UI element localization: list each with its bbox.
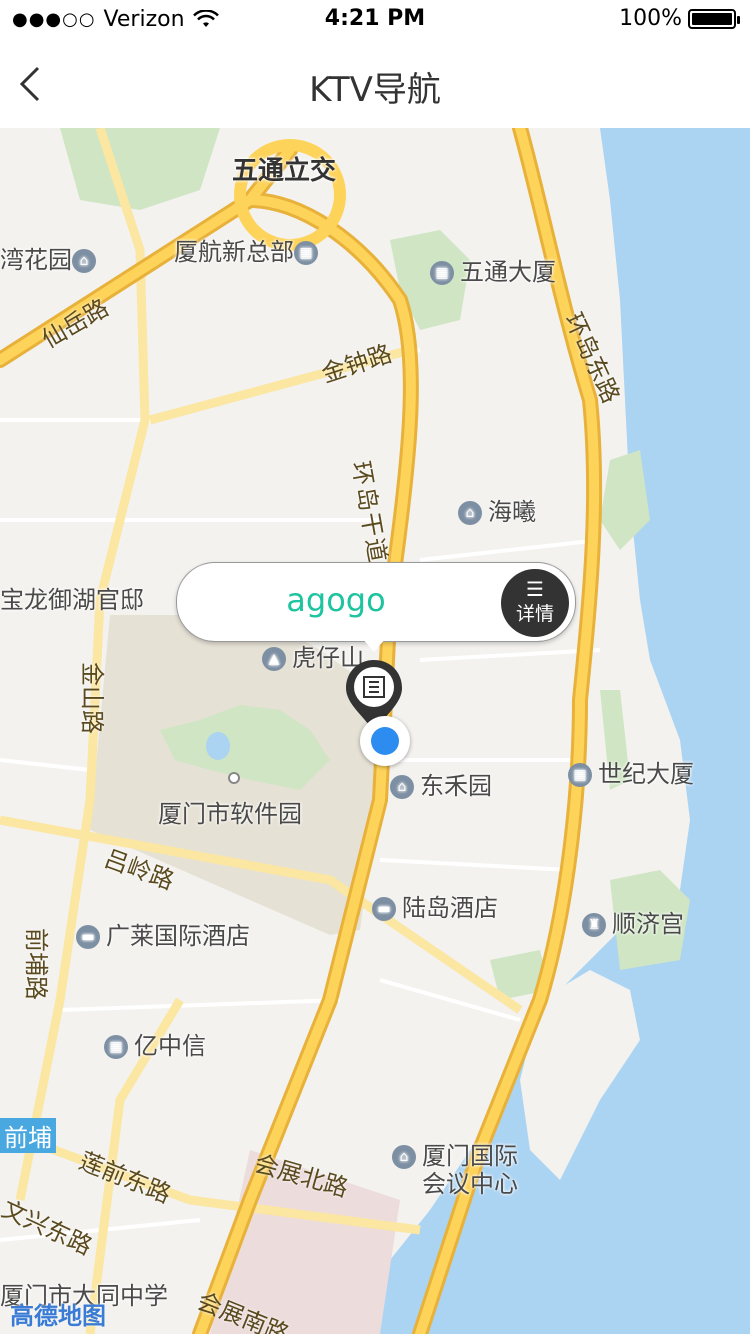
- location-dot-icon: [371, 727, 399, 755]
- map-label-software-park[interactable]: 厦门市软件园: [158, 794, 302, 829]
- road-label-qianpu: 前埔路: [22, 928, 50, 1000]
- hotel-icon: ▬: [372, 897, 396, 921]
- list-icon: ☰: [526, 577, 544, 601]
- poi-text: 陆岛酒店: [402, 894, 498, 922]
- house-icon: ⌂: [390, 775, 414, 799]
- house-icon: ⌂: [72, 249, 96, 273]
- map-label-guanglai-hotel[interactable]: ▬ 广莱国际酒店: [76, 916, 250, 951]
- map-label-garden[interactable]: 湾花园 ⌂: [0, 240, 102, 275]
- poi-text: 顺济宫: [612, 910, 684, 938]
- battery-percent: 100%: [619, 6, 682, 31]
- poi-text: 东禾园: [420, 772, 492, 800]
- landmark-icon: ⌂: [392, 1145, 416, 1169]
- poi-text: 广莱国际酒店: [106, 922, 250, 950]
- building-icon: ▦: [430, 261, 454, 285]
- poi-text: 世纪大厦: [598, 760, 694, 788]
- temple-icon: ♜: [582, 913, 606, 937]
- navigation-bar: KTV导航: [0, 40, 750, 129]
- detail-button[interactable]: ☰ 详情: [501, 569, 569, 637]
- mountain-icon: ▲: [262, 647, 286, 671]
- map-label-wutong-interchange[interactable]: 五通立交: [232, 150, 336, 187]
- poi-text: 亿中信: [134, 1032, 206, 1060]
- detail-button-label: 详情: [515, 603, 554, 625]
- building-icon: ▦: [104, 1035, 128, 1059]
- house-icon: ⌂: [458, 501, 482, 525]
- building-icon: ▦: [294, 241, 318, 265]
- poi-callout[interactable]: agogo ☰ 详情: [176, 562, 576, 642]
- map-label-yizhongxin[interactable]: ▦ 亿中信: [104, 1026, 206, 1061]
- page-title: KTV导航: [309, 70, 441, 110]
- callout-tail: [362, 638, 386, 652]
- map-label-century-building[interactable]: ▦ 世纪大厦: [568, 754, 694, 789]
- hotel-icon: ▬: [76, 925, 100, 949]
- map-label-wutong-building[interactable]: ▦ 五通大厦: [430, 252, 556, 287]
- map-label-conference-center-2: 会议中心: [422, 1170, 518, 1198]
- poi-text: 厦航新总部: [174, 238, 294, 266]
- map-label-xiamen-airlines-hq[interactable]: 厦航新总部 ▦: [174, 232, 324, 267]
- map-provider-logo: 高德地图: [10, 1302, 106, 1330]
- current-location-marker: [360, 716, 410, 766]
- poi-text: 五通大厦: [460, 258, 556, 286]
- map-label-shunjigong[interactable]: ♜ 顺济宫: [582, 904, 684, 939]
- map-label-baolong[interactable]: 宝龙御湖官邸: [0, 580, 144, 615]
- map-label-donghe[interactable]: ⌂ 东禾园: [390, 766, 492, 801]
- metro-station-badge[interactable]: 前埔: [0, 1118, 56, 1153]
- battery-icon: [688, 8, 740, 29]
- poi-callout-name[interactable]: agogo: [177, 581, 495, 619]
- poi-text: 海曦: [488, 498, 536, 526]
- map-label-ludao-hotel[interactable]: ▬ 陆岛酒店: [372, 888, 498, 923]
- map-label-haixi[interactable]: ⌂ 海曦: [458, 492, 536, 527]
- road-label-jinshan: 金山路: [78, 662, 106, 734]
- building-icon: ▦: [568, 763, 592, 787]
- battery-group: 100%: [619, 6, 740, 31]
- poi-text: 湾花园: [0, 246, 72, 274]
- status-bar: ●●●○○ Verizon 4:21 PM 100%: [0, 0, 750, 40]
